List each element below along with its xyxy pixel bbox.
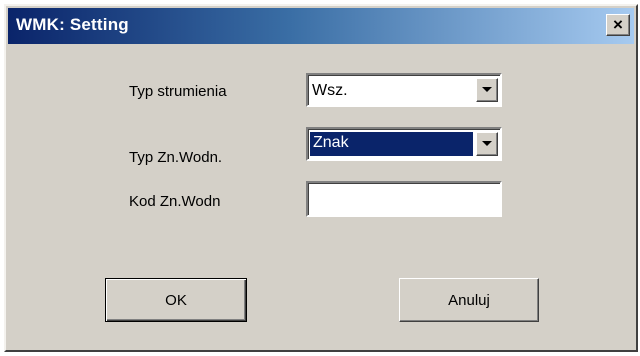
watermark-code-label: Kod Zn.Wodn — [129, 193, 221, 210]
window-title: WMK: Setting — [16, 15, 129, 34]
chevron-down-icon[interactable] — [476, 132, 498, 156]
cancel-button[interactable]: Anuluj — [399, 278, 539, 322]
watermark-type-select[interactable]: Znak — [306, 127, 502, 161]
ok-button[interactable]: OK — [105, 278, 247, 322]
stream-type-value: Wsz. — [312, 82, 348, 99]
chevron-down-icon[interactable] — [476, 78, 498, 102]
watermark-type-value: Znak — [310, 132, 473, 156]
settings-dialog: WMK: Setting × Typ strumienia Wsz. Typ Z… — [4, 4, 638, 352]
title-bar[interactable]: WMK: Setting × — [8, 8, 634, 44]
stream-type-label: Typ strumienia — [129, 83, 227, 100]
close-button[interactable]: × — [606, 14, 630, 36]
close-icon: × — [613, 15, 623, 34]
watermark-code-input[interactable] — [306, 181, 502, 217]
watermark-type-label: Typ Zn.Wodn. — [129, 149, 223, 166]
stream-type-select[interactable]: Wsz. — [306, 73, 502, 107]
